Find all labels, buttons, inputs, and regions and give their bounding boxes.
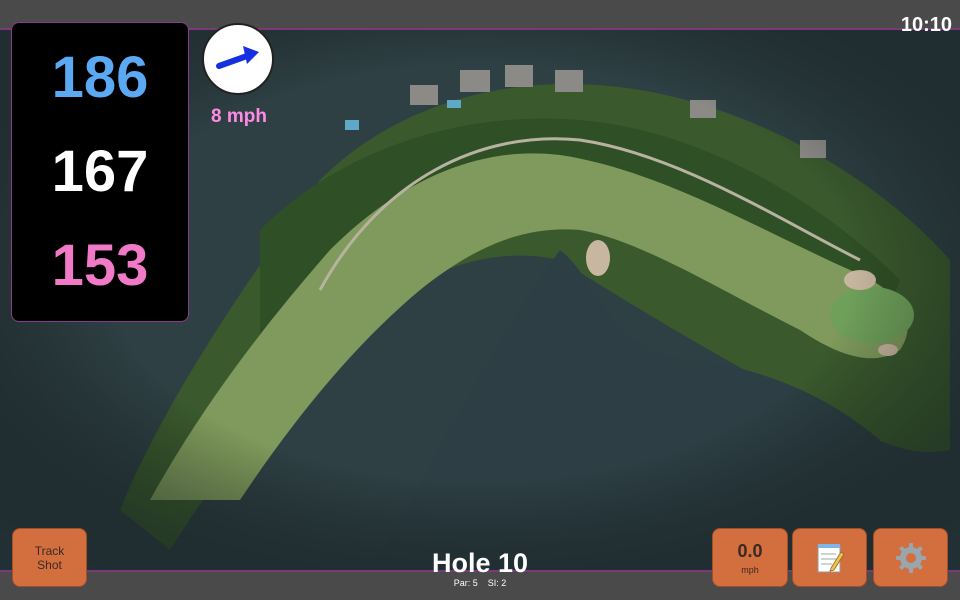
notepad-icon bbox=[817, 543, 845, 572]
hole-info: Hole 10 Par: 5 SI: 2 bbox=[380, 548, 580, 588]
speed-button[interactable]: 0.0 mph bbox=[712, 528, 788, 587]
speed-value: 0.0 bbox=[737, 540, 763, 561]
wind-speed: 8 mph bbox=[211, 106, 267, 127]
track-shot-label-line1: Track bbox=[34, 543, 65, 558]
par-label: Par: 5 bbox=[453, 578, 478, 588]
front-distance: 153 bbox=[51, 233, 149, 298]
si-label: SI: 2 bbox=[487, 578, 507, 588]
hole-title: Hole 10 bbox=[431, 548, 529, 578]
track-shot-label-line2: Shot bbox=[37, 557, 62, 572]
back-distance: 186 bbox=[51, 45, 149, 110]
wind-indicator bbox=[202, 23, 274, 95]
settings-button[interactable] bbox=[873, 528, 948, 587]
track-shot-button[interactable]: Track Shot bbox=[12, 528, 87, 587]
hole-meta: Par: 5 SI: 2 bbox=[380, 578, 580, 588]
gear-icon bbox=[895, 542, 926, 573]
speed-unit: mph bbox=[741, 564, 759, 575]
distance-panel: 186 167 153 bbox=[11, 22, 189, 322]
wind-direction-arrow-icon bbox=[216, 46, 259, 69]
middle-distance: 167 bbox=[51, 139, 149, 204]
clock: 10:10 bbox=[900, 14, 952, 36]
notes-button[interactable] bbox=[792, 528, 867, 587]
